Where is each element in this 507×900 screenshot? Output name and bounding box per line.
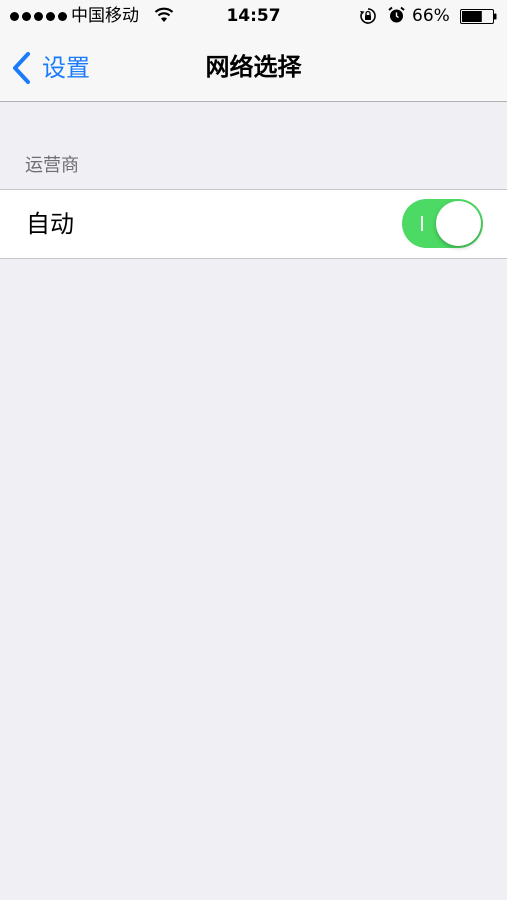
navigation-bar: 设置 网络选择 <box>0 34 507 102</box>
battery-percentage: 66% <box>412 6 450 26</box>
status-bar: 中国移动 14:57 66% <box>0 0 507 34</box>
toggle-on-indicator <box>421 216 423 231</box>
cell-label: 自动 <box>26 210 74 238</box>
automatic-toggle[interactable] <box>402 199 483 248</box>
toggle-knob[interactable] <box>436 201 481 246</box>
lock-rotation-icon <box>360 8 376 24</box>
settings-cell-automatic: 自动 <box>0 189 507 259</box>
page-title: 网络选择 <box>205 53 302 81</box>
battery-icon <box>460 9 497 24</box>
alarm-icon <box>388 6 405 23</box>
section-header-carrier: 运营商 <box>25 155 79 176</box>
